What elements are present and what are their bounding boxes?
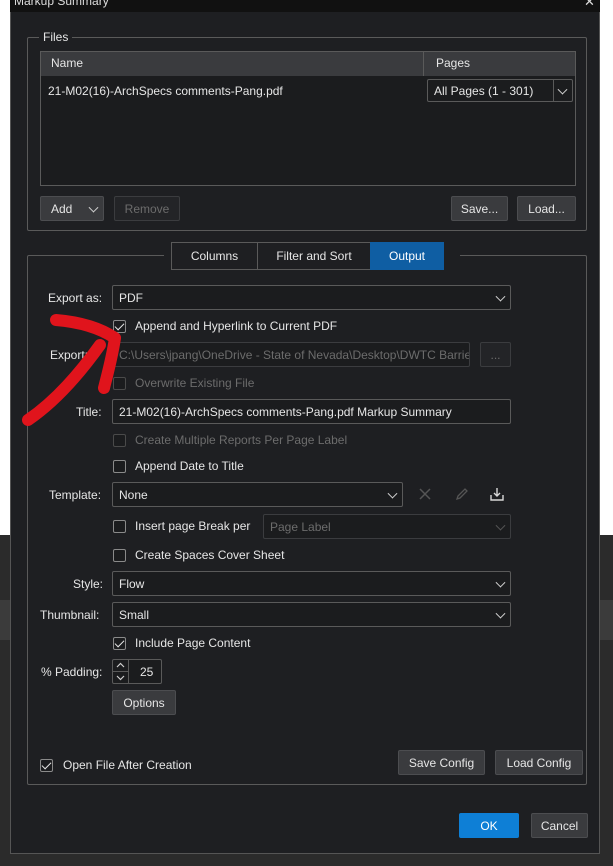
spaces-cover-checkbox[interactable] bbox=[113, 549, 126, 562]
column-header-name[interactable]: Name bbox=[51, 56, 83, 70]
background-row-right bbox=[600, 600, 613, 640]
chevron-down-icon bbox=[495, 520, 506, 531]
close-icon[interactable]: ✕ bbox=[584, 0, 595, 10]
delete-template-icon[interactable] bbox=[418, 487, 432, 501]
insert-break-checkbox[interactable] bbox=[113, 520, 126, 533]
export-path-value: C:\Users\jpang\OneDrive - State of Nevad… bbox=[119, 347, 470, 362]
export-as-value: PDF bbox=[119, 290, 143, 305]
template-value: None bbox=[119, 487, 148, 502]
files-table-header bbox=[41, 52, 575, 76]
multiple-reports-checkbox[interactable] bbox=[113, 434, 126, 447]
column-divider bbox=[423, 52, 424, 76]
overwrite-label: Overwrite Existing File bbox=[135, 376, 255, 390]
background-document-right bbox=[600, 0, 613, 535]
file-row-name[interactable]: 21-M02(16)-ArchSpecs comments-Pang.pdf bbox=[48, 84, 283, 98]
template-select[interactable]: None bbox=[112, 482, 403, 507]
append-date-checkbox[interactable] bbox=[113, 460, 126, 473]
page-label-value: Page Label bbox=[270, 519, 331, 534]
export-as-select[interactable]: PDF bbox=[112, 285, 511, 310]
files-group-label: Files bbox=[39, 30, 73, 44]
thumbnail-value: Small bbox=[119, 607, 150, 622]
stepper-down-icon[interactable] bbox=[116, 674, 125, 681]
multiple-reports-label: Create Multiple Reports Per Page Label bbox=[135, 433, 348, 447]
chevron-down-icon bbox=[557, 84, 568, 95]
padding-value: 25 bbox=[140, 665, 154, 679]
load-config-button[interactable]: Load Config bbox=[495, 750, 583, 775]
file-row-pages-select[interactable]: All Pages (1 - 301) bbox=[427, 79, 573, 102]
ok-button[interactable]: OK bbox=[459, 813, 519, 838]
options-button[interactable]: Options bbox=[112, 690, 176, 715]
tab-filter-and-sort[interactable]: Filter and Sort bbox=[257, 242, 371, 270]
stepper-mid-divider bbox=[113, 671, 128, 672]
page-label-select[interactable]: Page Label bbox=[263, 514, 511, 539]
thumbnail-label: Thumbnail: bbox=[40, 608, 100, 622]
checkmark-icon bbox=[41, 759, 52, 770]
background-row-left bbox=[0, 600, 10, 640]
style-label: Style: bbox=[73, 577, 104, 591]
export-as-label: Export as: bbox=[48, 291, 103, 305]
annotation-arrow-icon bbox=[22, 314, 121, 426]
dialog-title: Markup Summary bbox=[14, 0, 109, 8]
chevron-down-icon bbox=[495, 291, 506, 302]
chevron-down-icon bbox=[495, 608, 506, 619]
padding-stepper[interactable]: 25 bbox=[112, 659, 162, 684]
style-value: Flow bbox=[119, 576, 145, 591]
chevron-down-icon bbox=[387, 488, 398, 499]
file-row-pages-value: All Pages (1 - 301) bbox=[434, 83, 534, 98]
stepper-divider bbox=[128, 660, 129, 683]
include-page-label: Include Page Content bbox=[135, 636, 251, 650]
save-config-button[interactable]: Save Config bbox=[398, 750, 485, 775]
append-hyperlink-label: Append and Hyperlink to Current PDF bbox=[135, 319, 338, 333]
export-path-field[interactable]: C:\Users\jpang\OneDrive - State of Nevad… bbox=[112, 342, 470, 367]
chevron-down-icon bbox=[88, 202, 99, 213]
tab-columns[interactable]: Columns bbox=[171, 242, 258, 270]
add-button-label: Add bbox=[51, 201, 73, 216]
column-header-pages[interactable]: Pages bbox=[436, 56, 470, 70]
stepper-up-icon[interactable] bbox=[116, 662, 125, 669]
edit-template-icon[interactable] bbox=[454, 487, 469, 502]
padding-label: % Padding: bbox=[41, 665, 103, 679]
template-label: Template: bbox=[49, 488, 102, 502]
title-input[interactable]: 21-M02(16)-ArchSpecs comments-Pang.pdf M… bbox=[112, 399, 511, 424]
checkmark-icon bbox=[114, 637, 125, 648]
insert-break-label: Insert page Break per bbox=[135, 519, 251, 533]
load-files-button[interactable]: Load... bbox=[517, 196, 576, 221]
add-button[interactable]: Add bbox=[40, 196, 104, 221]
browse-button[interactable]: ... bbox=[480, 342, 511, 367]
append-date-label: Append Date to Title bbox=[135, 459, 244, 473]
cancel-button[interactable]: Cancel bbox=[531, 813, 588, 838]
include-page-checkbox[interactable] bbox=[113, 637, 126, 650]
save-files-button[interactable]: Save... bbox=[451, 196, 508, 221]
style-select[interactable]: Flow bbox=[112, 571, 511, 596]
select-divider bbox=[553, 80, 554, 101]
tab-output[interactable]: Output bbox=[370, 242, 444, 270]
spaces-cover-label: Create Spaces Cover Sheet bbox=[135, 548, 285, 562]
chevron-down-icon bbox=[495, 577, 506, 588]
open-after-checkbox[interactable] bbox=[40, 759, 53, 772]
background-document-left bbox=[0, 0, 10, 535]
thumbnail-select[interactable]: Small bbox=[112, 602, 511, 627]
title-input-value: 21-M02(16)-ArchSpecs comments-Pang.pdf M… bbox=[119, 404, 452, 419]
open-after-label: Open File After Creation bbox=[63, 758, 192, 772]
remove-button[interactable]: Remove bbox=[114, 196, 180, 221]
import-template-icon[interactable] bbox=[489, 486, 505, 502]
